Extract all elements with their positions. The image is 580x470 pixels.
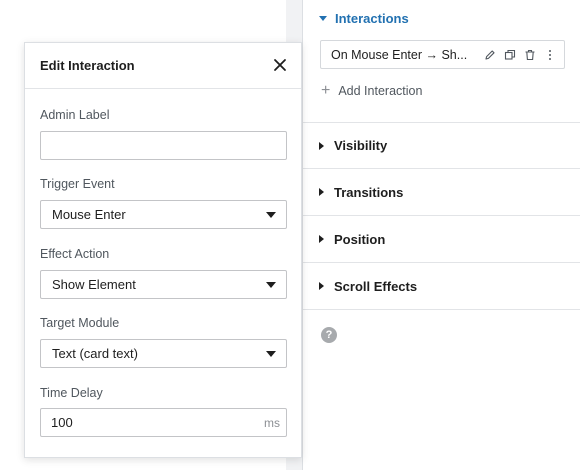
time-delay-input[interactable]: 100 ms [40,408,287,437]
effect-action-select[interactable]: Show Element [40,270,287,299]
caret-right-icon [319,282,324,290]
section-label: Position [334,231,386,247]
edit-interaction-dialog: Edit Interaction Admin Label Trigger Eve… [24,42,302,458]
interactions-section-label: Interactions [335,10,409,26]
section-visibility[interactable]: Visibility [303,122,580,169]
section-label: Scroll Effects [334,278,418,294]
plus-icon: + [321,82,331,99]
section-position[interactable]: Position [303,216,580,263]
edit-icon[interactable] [482,47,498,63]
interaction-item-actions [482,47,558,63]
add-interaction-label: Add Interaction [338,84,423,98]
interactions-section-toggle[interactable]: Interactions [319,9,409,27]
dialog-title: Edit Interaction [40,58,135,73]
chevron-down-icon [266,351,276,357]
target-module-select[interactable]: Text (card text) [40,339,287,368]
interaction-item-label: On Mouse Enter → Sh... [331,47,468,62]
section-label: Visibility [334,138,388,153]
section-label: Transitions [334,184,404,200]
duplicate-icon[interactable] [502,47,518,63]
caret-down-icon [319,15,327,21]
caret-right-icon [319,141,324,150]
add-interaction-button[interactable]: + Add Interaction [321,83,422,99]
trigger-event-label: Trigger Event [40,177,115,191]
effect-action-value: Show Element [52,277,136,292]
caret-right-icon [319,188,324,196]
settings-panel: Interactions On Mouse Enter → Sh... + Ad… [303,0,580,470]
chevron-down-icon [266,212,276,218]
close-icon[interactable] [271,56,289,74]
target-module-value: Text (card text) [52,346,138,361]
effect-action-label: Effect Action [40,247,110,261]
section-transitions[interactable]: Transitions [303,169,580,216]
time-delay-value: 100 [51,415,73,430]
caret-right-icon [319,235,324,243]
admin-label-input[interactable] [40,131,287,160]
chevron-down-icon [266,282,276,288]
trash-icon[interactable] [522,47,538,63]
target-module-label: Target Module [40,316,120,330]
more-vertical-icon[interactable] [542,47,558,63]
time-delay-unit: ms [264,415,280,430]
admin-label-label: Admin Label [40,108,110,122]
trigger-event-select[interactable]: Mouse Enter [40,200,287,229]
trigger-event-value: Mouse Enter [52,207,126,222]
dialog-header: Edit Interaction [25,43,301,89]
section-scroll-effects[interactable]: Scroll Effects [303,263,580,310]
interaction-list-item[interactable]: On Mouse Enter → Sh... [320,40,565,69]
time-delay-label: Time Delay [40,386,103,400]
help-icon[interactable]: ? [321,327,337,343]
